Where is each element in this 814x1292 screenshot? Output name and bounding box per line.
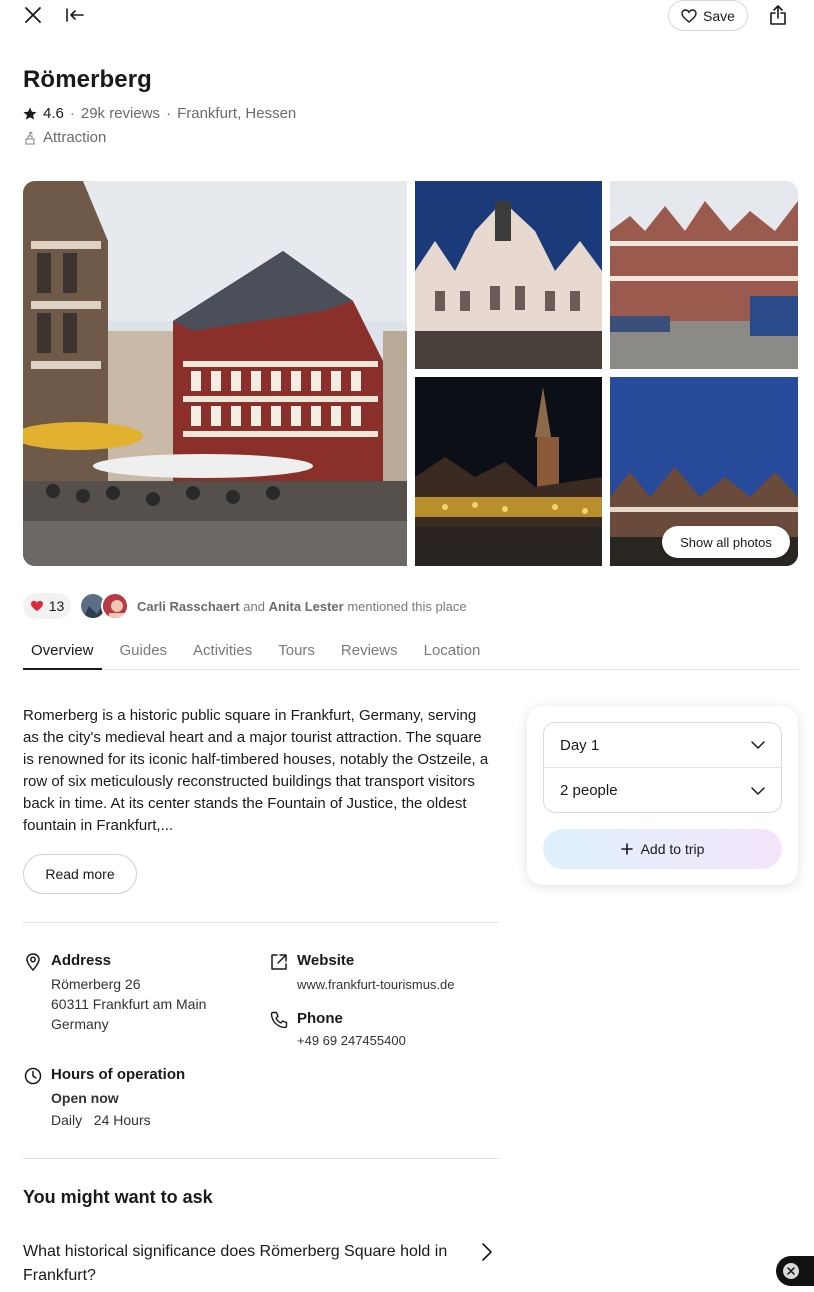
close-icon[interactable] [783, 1263, 799, 1279]
show-all-photos-button[interactable]: Show all photos [662, 526, 790, 558]
phone-block: Phone +49 69 247455400 [269, 1010, 499, 1055]
day-select-value: Day 1 [560, 736, 600, 754]
hours-row: Daily 24 Hours [51, 1112, 151, 1128]
hours-value: 24 Hours [93, 1112, 151, 1128]
social-row: 13 Carli Rasschaert and Anita Lester men… [23, 592, 467, 620]
mention-avatars[interactable] [79, 592, 131, 620]
category-label: Attraction [43, 129, 107, 146]
meta-separator: · [69, 105, 75, 122]
main-photo[interactable] [23, 181, 407, 566]
mention-suffix: mentioned this place [347, 598, 467, 614]
star-icon [23, 107, 37, 120]
people-select-value: 2 people [560, 782, 618, 799]
divider [23, 1158, 499, 1159]
avatar[interactable] [101, 592, 129, 620]
place-location: Frankfurt, Hessen [177, 105, 297, 122]
floating-widget[interactable] [776, 1256, 814, 1286]
hours-label: Hours of operation [51, 1066, 186, 1083]
save-button[interactable]: Save [668, 0, 748, 31]
photo-gallery: Show all photos [23, 181, 798, 566]
trip-selectors: Day 1 2 people [543, 722, 782, 813]
divider [23, 922, 499, 923]
gallery-photo[interactable] [415, 181, 602, 369]
gallery-photo[interactable] [415, 377, 602, 566]
reviews-count[interactable]: 29k reviews [81, 105, 160, 122]
chevron-down-icon [751, 741, 765, 749]
website-link[interactable]: www.frankfurt-tourismus.de [297, 977, 455, 992]
address-line: Germany [51, 1016, 109, 1032]
mention-user[interactable]: Carli Rasschaert [137, 599, 240, 614]
tab-bar: Overview Guides Activities Tours Reviews… [23, 634, 799, 670]
close-icon [25, 7, 41, 23]
phone-number[interactable]: +49 69 247455400 [297, 1033, 406, 1048]
people-select[interactable]: 2 people [544, 768, 781, 813]
page-title: Römerberg [23, 66, 152, 93]
place-category: Attraction [23, 129, 106, 146]
open-status: Open now [51, 1090, 119, 1106]
mention-and: and [243, 598, 265, 614]
like-count: 13 [48, 598, 65, 614]
share-icon [770, 5, 786, 25]
chevron-right-icon[interactable] [478, 1240, 498, 1264]
share-button[interactable] [764, 0, 792, 30]
meta-separator: · [166, 105, 172, 122]
tab-activities[interactable]: Activities [185, 634, 260, 670]
trip-card: Day 1 2 people Add to trip [527, 706, 798, 885]
collapse-left-icon [66, 8, 84, 22]
heart-filled-icon [30, 600, 43, 612]
mention-user[interactable]: Anita Lester [269, 599, 344, 614]
map-pin-icon [26, 953, 40, 972]
hours-block: Hours of operation Open now Daily 24 Hou… [23, 1066, 323, 1136]
address-line: Römerberg 26 [51, 976, 141, 992]
landmark-icon [25, 131, 35, 145]
gallery-photo[interactable] [610, 181, 798, 369]
save-label: Save [703, 7, 735, 24]
chevron-down-icon [751, 786, 765, 795]
clock-icon [24, 1067, 42, 1085]
tab-guides[interactable]: Guides [112, 634, 176, 670]
like-button[interactable]: 13 [23, 593, 71, 619]
mention-text: Carli Rasschaert and Anita Lester mentio… [137, 599, 467, 614]
tab-location[interactable]: Location [416, 634, 489, 670]
suggested-question[interactable]: What historical significance does Römerb… [23, 1240, 473, 1288]
address-line: 60311 Frankfurt am Main [51, 996, 207, 1012]
website-block: Website www.frankfurt-tourismus.de [269, 952, 499, 997]
place-meta: 4.6 · 29k reviews · Frankfurt, Hessen [23, 105, 296, 122]
add-to-trip-button[interactable]: Add to trip [543, 829, 782, 869]
tab-reviews[interactable]: Reviews [333, 634, 406, 670]
close-button[interactable] [20, 2, 46, 28]
tab-tours[interactable]: Tours [270, 634, 323, 670]
top-bar: Save [0, 0, 814, 34]
external-link-icon [271, 954, 287, 970]
collapse-panel-button[interactable] [62, 2, 88, 28]
address-label: Address [51, 952, 112, 969]
phone-icon [270, 1011, 288, 1029]
hours-day: Daily [51, 1112, 83, 1128]
day-select[interactable]: Day 1 [544, 723, 781, 768]
address-block: Address Römerberg 26 60311 Frankfurt am … [23, 952, 253, 1042]
plus-icon [620, 843, 633, 855]
phone-label: Phone [297, 1010, 343, 1027]
heart-outline-icon [681, 8, 697, 23]
rating-value: 4.6 [43, 105, 64, 122]
tab-overview[interactable]: Overview [23, 634, 102, 670]
add-to-trip-label: Add to trip [640, 841, 705, 857]
website-label: Website [297, 952, 355, 969]
overview-description: Romerberg is a historic public square in… [23, 707, 489, 834]
read-more-button[interactable]: Read more [23, 854, 137, 894]
ask-section-title: You might want to ask [23, 1187, 213, 1207]
